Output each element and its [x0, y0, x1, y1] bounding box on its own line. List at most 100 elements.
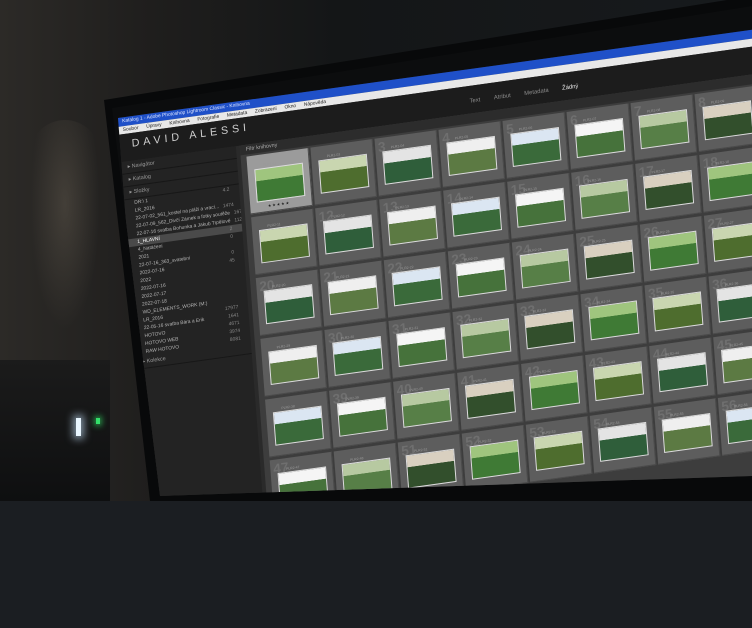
grid-cell[interactable]: 58PLR2-58 — [274, 513, 341, 579]
photo-thumbnail[interactable] — [337, 397, 388, 437]
grid-cell[interactable]: 27PLR2-27 — [704, 207, 752, 273]
grid-cell[interactable]: 44PLR2-44 — [649, 338, 716, 404]
grid-cell[interactable]: PLR2-02★★★★★ — [246, 148, 313, 214]
grid-cell[interactable]: 32PLR2-32 — [452, 303, 519, 369]
photo-thumbnail[interactable] — [579, 179, 630, 219]
photo-thumbnail[interactable] — [643, 170, 694, 210]
photo-thumbnail[interactable] — [406, 449, 457, 489]
color-label-chip[interactable] — [666, 505, 671, 511]
grid-cell[interactable]: 43PLR2-43 — [585, 346, 652, 412]
photo-thumbnail[interactable] — [323, 214, 374, 254]
grid-cell[interactable]: 47PLR2-47 — [270, 452, 337, 518]
grid-cell[interactable]: 40PLR2-40 — [393, 373, 460, 439]
photo-thumbnail[interactable] — [318, 154, 369, 194]
grid-cell[interactable]: 24PLR2-24 — [512, 234, 579, 300]
grid-cell[interactable]: 22PLR2-22 — [384, 252, 451, 318]
grid-cell[interactable]: 26PLR2-26 — [640, 216, 707, 282]
grid-cell[interactable]: 15PLR2-15 — [507, 173, 574, 239]
photo-thumbnail[interactable] — [648, 231, 699, 271]
photo-thumbnail[interactable] — [456, 257, 507, 297]
import-button[interactable]: Importovat... — [299, 554, 326, 564]
photo-thumbnail[interactable] — [712, 222, 752, 262]
grid-cell[interactable]: 21PLR2-21 — [320, 261, 387, 327]
photo-thumbnail[interactable] — [259, 223, 310, 263]
photo-thumbnail[interactable] — [273, 406, 324, 446]
photo-thumbnail[interactable] — [460, 318, 511, 358]
grid-cell[interactable]: 52PLR2-52 — [462, 425, 529, 491]
grid-cell[interactable]: 17PLR2-17 — [635, 155, 702, 221]
grid-cell[interactable]: 34PLR2-34 — [580, 286, 647, 352]
grid-cell[interactable]: PLR2-03 — [310, 139, 377, 205]
grid-cell[interactable]: 25PLR2-25 — [576, 225, 643, 291]
photo-thumbnail[interactable] — [716, 283, 752, 323]
photo-thumbnail[interactable] — [396, 327, 447, 367]
photo-thumbnail[interactable] — [529, 370, 580, 410]
grid-cell[interactable]: 3PLR2-04 — [374, 130, 441, 196]
grid-cell[interactable]: 12PLR2-12 — [315, 200, 382, 266]
photo-thumbnail[interactable] — [446, 136, 497, 176]
grid-cell[interactable]: PLR2-29 — [260, 330, 327, 396]
photo-thumbnail[interactable] — [328, 275, 379, 315]
grid-cell[interactable]: 16PLR2-16 — [571, 164, 638, 230]
photo-thumbnail[interactable] — [726, 404, 752, 444]
photo-thumbnail[interactable] — [510, 127, 561, 167]
grid-cell[interactable]: 42PLR2-42 — [521, 355, 588, 421]
color-label-chip[interactable] — [693, 501, 698, 507]
grid-cell[interactable]: 5PLR2-06 — [503, 112, 570, 178]
rating-stars[interactable]: ★★★★★ — [636, 507, 663, 517]
color-label-chip[interactable] — [686, 502, 691, 508]
grid-cell[interactable]: 30PLR2-30 — [324, 321, 391, 387]
grid-cell[interactable]: 13PLR2-13 — [379, 191, 446, 257]
photo-thumbnail[interactable] — [657, 352, 708, 392]
grid-cell[interactable]: PLR2-38 — [265, 391, 332, 457]
grid-cell[interactable]: 8PLR2-09 — [695, 86, 752, 152]
photo-thumbnail[interactable] — [707, 161, 752, 201]
photo-thumbnail[interactable] — [662, 413, 713, 453]
photo-thumbnail[interactable] — [524, 309, 575, 349]
photo-thumbnail[interactable] — [382, 145, 433, 185]
photo-thumbnail[interactable] — [387, 206, 438, 246]
color-label-chip[interactable] — [673, 504, 678, 510]
photo-thumbnail[interactable] — [638, 109, 689, 149]
grid-cell[interactable]: 41PLR2-41 — [457, 364, 524, 430]
grid-cell[interactable]: 20PLR2-20 — [256, 269, 323, 335]
grid-cell[interactable]: 53PLR2-53 — [526, 416, 593, 482]
photo-thumbnail[interactable] — [401, 388, 452, 428]
photo-thumbnail[interactable] — [254, 163, 305, 203]
grid-cell[interactable]: 54PLR2-54 — [590, 407, 657, 473]
photo-thumbnail[interactable] — [584, 240, 635, 280]
grid-cell[interactable]: 36PLR2-36 — [709, 268, 752, 334]
grid-cell[interactable]: 33PLR2-33 — [516, 295, 583, 361]
sort-select[interactable]: Čas pořízení — [413, 538, 441, 548]
photo-thumbnail[interactable] — [702, 100, 752, 140]
grid-cell[interactable]: 6PLR2-07 — [567, 103, 634, 169]
photo-thumbnail[interactable] — [470, 440, 521, 480]
photo-thumbnail[interactable] — [268, 345, 319, 385]
photo-thumbnail[interactable] — [392, 266, 443, 306]
photo-thumbnail[interactable] — [593, 361, 644, 401]
photo-thumbnail[interactable] — [264, 284, 315, 324]
grid-cell[interactable]: 4PLR2-05 — [438, 121, 505, 187]
photo-thumbnail[interactable] — [652, 291, 703, 331]
photo-thumbnail[interactable] — [332, 336, 383, 376]
color-label-chip[interactable] — [680, 503, 685, 509]
photo-thumbnail[interactable] — [574, 118, 625, 158]
grid-cell[interactable]: 35PLR2-35 — [645, 277, 712, 343]
grid-cell[interactable]: 55PLR2-55 — [654, 398, 721, 464]
grid-cell[interactable]: 56PLR2-56 — [718, 389, 752, 455]
photo-thumbnail[interactable] — [520, 248, 571, 288]
grid-cell[interactable]: 23PLR2-23 — [448, 243, 515, 309]
photo-thumbnail[interactable] — [534, 431, 585, 471]
photo-thumbnail[interactable] — [282, 527, 333, 567]
grid-cell[interactable]: 45PLR2-45 — [713, 329, 752, 395]
photo-thumbnail[interactable] — [465, 379, 516, 419]
grid-cell[interactable]: 14PLR2-14 — [443, 182, 510, 248]
photo-thumbnail[interactable] — [515, 188, 566, 228]
photo-thumbnail[interactable] — [598, 422, 649, 462]
grid-cell[interactable]: 39PLR2-39 — [329, 382, 396, 448]
grid-cell[interactable]: PLR2-11 — [251, 209, 318, 275]
grid-cell[interactable]: 31PLR2-31 — [388, 312, 455, 378]
grid-cell[interactable]: 7PLR2-08 — [631, 94, 698, 160]
grid-cell[interactable]: 18PLR2-18 — [699, 146, 752, 212]
photo-thumbnail[interactable] — [451, 197, 502, 237]
